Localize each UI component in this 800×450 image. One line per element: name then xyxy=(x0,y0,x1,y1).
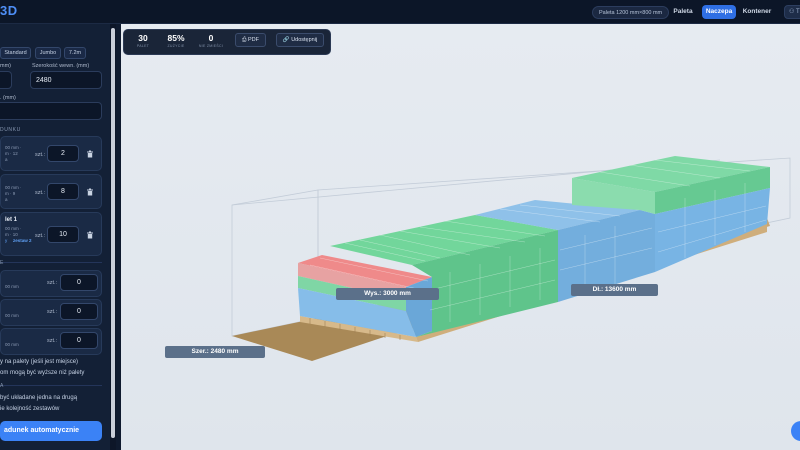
stat-unfit-label: NIE ZMIEŚCI xyxy=(198,44,224,48)
pdf-button[interactable]: ⎙ PDF xyxy=(235,33,266,47)
pdf-label: PDF xyxy=(247,37,259,43)
share-button[interactable]: 🔗 Udostępnij xyxy=(276,33,324,47)
stat-pallets-label: PALET xyxy=(136,44,150,48)
trailer-3d-scene xyxy=(231,156,791,361)
dimension-length-label: Dł.: 13600 mm xyxy=(571,284,658,296)
stat-unfit-value: 0 xyxy=(208,33,214,43)
stat-usage-value: 85% xyxy=(167,33,185,43)
link-icon: 🔗 xyxy=(282,37,292,43)
dimension-height-label: Wys.: 3000 mm xyxy=(336,288,439,300)
dimension-width-label: Szer.: 2480 mm xyxy=(165,346,265,358)
share-label: Udostępnij xyxy=(291,37,318,43)
stat-usage-label: ZUŻYCIE xyxy=(167,44,185,48)
stat-pallets-value: 30 xyxy=(138,33,148,43)
